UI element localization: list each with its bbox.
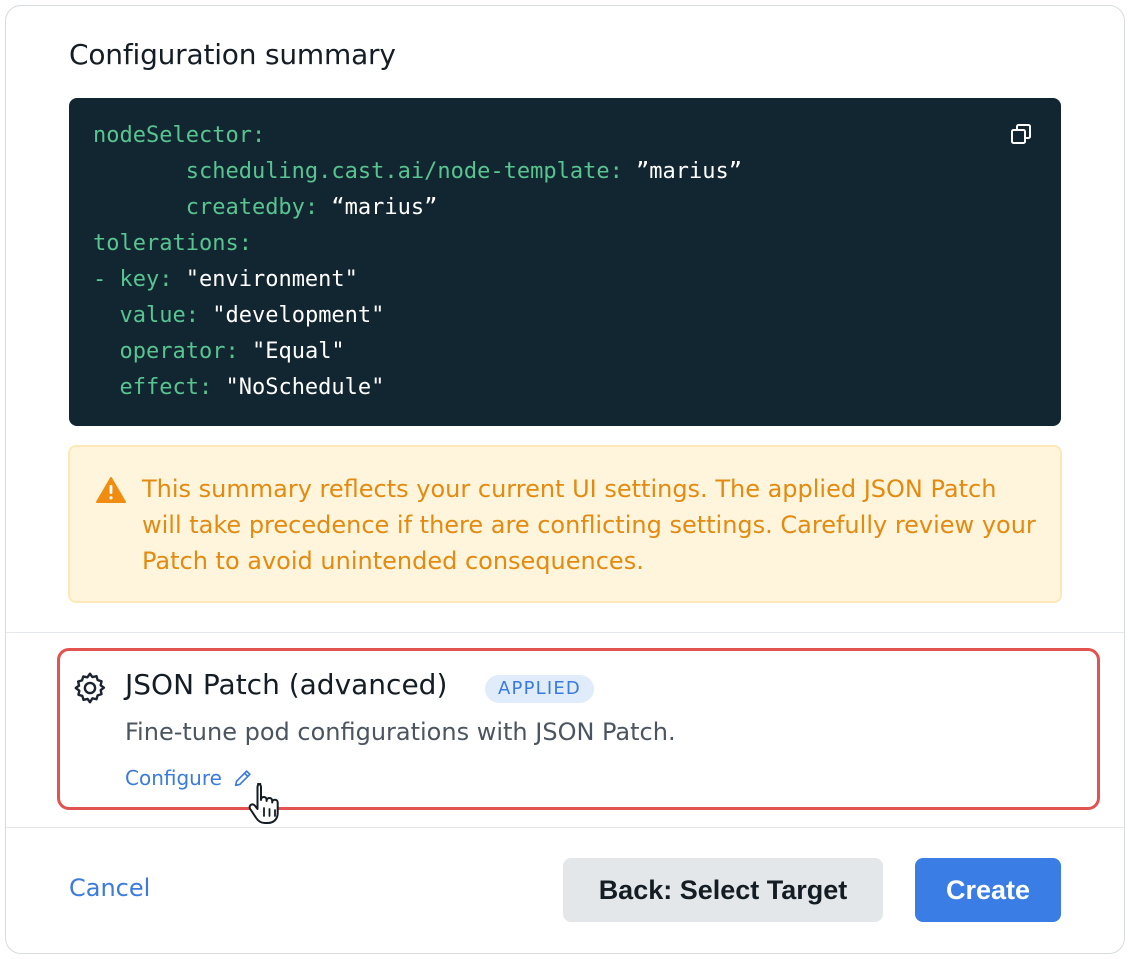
- code-value: "Equal": [238, 339, 345, 364]
- hand-cursor-icon: [248, 783, 279, 824]
- applied-badge: APPLIED: [485, 675, 594, 703]
- json-patch-title: JSON Patch (advanced): [125, 668, 448, 701]
- code-key: tolerations:: [93, 231, 252, 256]
- code-key: nodeSelector:: [93, 123, 266, 148]
- code-line: effect: "NoSchedule": [93, 370, 1037, 406]
- code-line: operator: "Equal": [93, 334, 1037, 370]
- code-key: - key:: [93, 267, 173, 292]
- configure-label: Configure: [125, 766, 222, 790]
- code-line: - key: "environment": [93, 262, 1037, 298]
- divider: [6, 632, 1124, 633]
- warning-text: This summary reflects your current UI se…: [142, 475, 1036, 575]
- code-line: scheduling.cast.ai/node-template: ”mariu…: [93, 154, 1037, 190]
- code-value: “marius”: [318, 195, 438, 220]
- configure-link[interactable]: Configure: [125, 766, 254, 790]
- code-lines: nodeSelector: scheduling.cast.ai/node-te…: [93, 118, 1037, 406]
- section-title: Configuration summary: [69, 38, 396, 71]
- code-value: "environment": [172, 267, 358, 292]
- code-value: "development": [198, 303, 385, 328]
- code-block: nodeSelector: scheduling.cast.ai/node-te…: [69, 98, 1061, 426]
- code-key: effect:: [119, 375, 213, 400]
- warning-triangle-icon: [96, 477, 126, 503]
- cancel-button[interactable]: Cancel: [69, 874, 150, 902]
- warning-alert: This summary reflects your current UI se…: [68, 445, 1062, 603]
- back-select-target-button[interactable]: Back: Select Target: [563, 858, 883, 922]
- create-button[interactable]: Create: [915, 858, 1061, 922]
- code-line: tolerations:: [93, 226, 1037, 262]
- code-key: value:: [119, 303, 199, 328]
- code-key: operator:: [119, 339, 239, 364]
- code-line: value: "development": [93, 298, 1037, 334]
- code-value: "NoSchedule": [212, 375, 385, 400]
- gear-icon: [74, 672, 106, 704]
- code-value: ”marius”: [622, 159, 743, 184]
- json-patch-description: Fine-tune pod configurations with JSON P…: [125, 718, 676, 746]
- code-key: scheduling.cast.ai/node-template:: [185, 159, 623, 184]
- copy-icon[interactable]: [1009, 122, 1033, 146]
- code-line: createdby: “marius”: [93, 190, 1037, 226]
- code-key: createdby:: [185, 195, 319, 220]
- code-line: nodeSelector:: [93, 118, 1037, 154]
- footer-divider: [6, 827, 1124, 828]
